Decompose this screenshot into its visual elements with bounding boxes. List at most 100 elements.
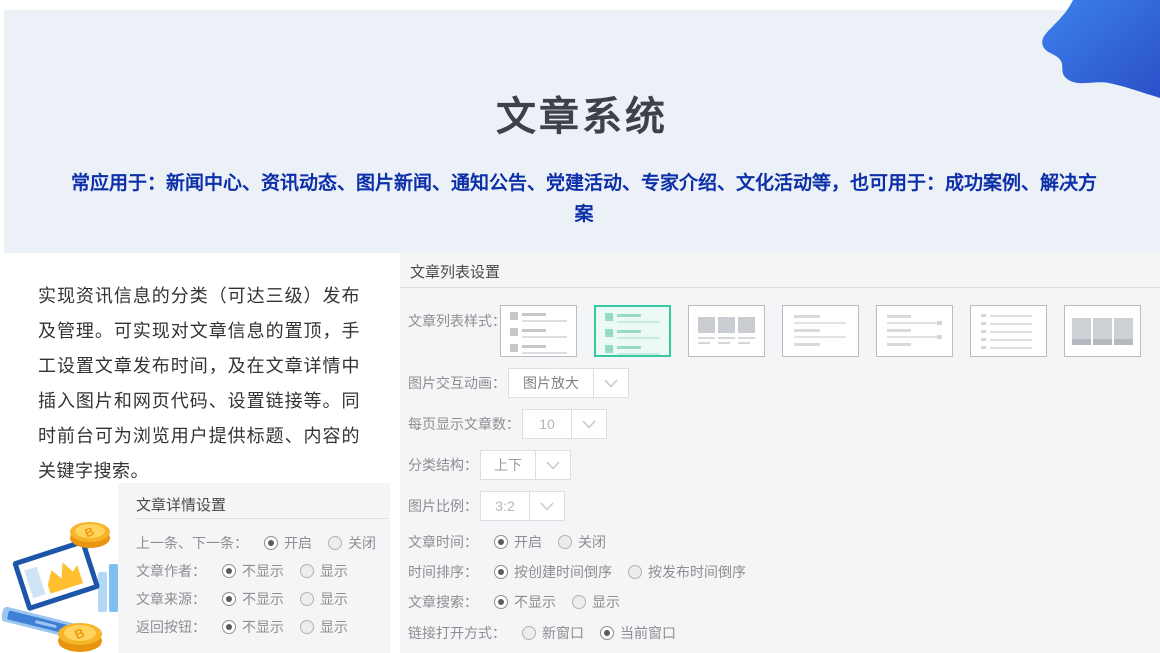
setting-row-article-time: 文章时间： 开启 关闭 xyxy=(408,532,606,552)
setting-label: 分类结构： xyxy=(408,455,478,475)
setting-row-category-structure: 分类结构： 上下 xyxy=(408,450,571,480)
list-panel-title: 文章列表设置 xyxy=(410,261,500,282)
articles-per-page-dropdown[interactable]: 10 xyxy=(522,409,607,439)
radio-option-label: 不显示 xyxy=(242,617,284,637)
divider xyxy=(400,287,1160,288)
radio-unselected-icon xyxy=(300,620,314,634)
setting-row-image-ratio: 图片比例： 3:2 xyxy=(408,491,565,521)
style-option-text-list-with-date[interactable] xyxy=(876,305,953,357)
setting-label: 文章来源： xyxy=(136,589,206,609)
detail-panel-title: 文章详情设置 xyxy=(136,494,226,515)
setting-row-articles-per-page: 每页显示文章数： 10 xyxy=(408,409,607,439)
image-animation-dropdown[interactable]: 图片放大 xyxy=(508,368,629,398)
radio-option-label: 不显示 xyxy=(242,589,284,609)
radio-option[interactable]: 不显示 xyxy=(222,561,284,581)
page-title: 文章系统 xyxy=(4,84,1160,142)
radio-option-label: 显示 xyxy=(320,589,348,609)
radio-option-label: 不显示 xyxy=(242,561,284,581)
setting-row-author: 文章作者： 不显示 显示 xyxy=(136,557,386,585)
radio-option[interactable]: 当前窗口 xyxy=(600,623,676,643)
setting-row-time-order: 时间排序： 按创建时间倒序 按发布时间倒序 xyxy=(408,562,746,582)
list-style-label: 文章列表样式： xyxy=(408,311,506,331)
dropdown-value: 图片放大 xyxy=(509,369,593,397)
setting-label: 图片交互动画： xyxy=(408,373,506,393)
page-subtitle: 常应用于：新闻中心、资讯动态、图片新闻、通知公告、党建活动、专家介绍、文化活动等… xyxy=(64,168,1104,230)
setting-label: 返回按钮： xyxy=(136,617,206,637)
radio-option[interactable]: 不显示 xyxy=(222,617,284,637)
radio-option[interactable]: 显示 xyxy=(572,592,620,612)
chevron-down-icon xyxy=(571,410,606,438)
radio-option-label: 不显示 xyxy=(514,592,556,612)
setting-row-link-open-mode: 链接打开方式： 新窗口 当前窗口 xyxy=(408,623,676,643)
radio-unselected-icon xyxy=(328,536,342,550)
radio-option[interactable]: 开启 xyxy=(494,532,542,552)
chevron-down-icon xyxy=(535,451,570,479)
setting-label: 上一条、下一条： xyxy=(136,533,248,553)
radio-option[interactable]: 新窗口 xyxy=(522,623,584,643)
intro-text: 实现资讯信息的分类（可达三级）发布及管理。可实现对文章信息的置顶，手工设置文章发… xyxy=(38,279,360,489)
setting-label: 时间排序： xyxy=(408,562,478,582)
radio-option[interactable]: 开启 xyxy=(264,533,312,553)
setting-label: 文章搜索： xyxy=(408,592,478,612)
dropdown-value: 上下 xyxy=(481,451,535,479)
radio-option[interactable]: 显示 xyxy=(300,561,348,581)
radio-option-label: 关闭 xyxy=(578,532,606,552)
radio-option-label: 新窗口 xyxy=(542,623,584,643)
chevron-down-icon xyxy=(529,492,564,520)
radio-option[interactable]: 关闭 xyxy=(558,532,606,552)
radio-option-label: 显示 xyxy=(320,617,348,637)
style-option-list-with-thumbnails[interactable] xyxy=(500,305,577,357)
setting-row-source: 文章来源： 不显示 显示 xyxy=(136,585,386,613)
setting-row-prev-next: 上一条、下一条： 开启 关闭 xyxy=(136,529,386,557)
radio-option[interactable]: 按创建时间倒序 xyxy=(494,562,612,582)
divider xyxy=(136,518,388,519)
setting-label: 文章作者： xyxy=(136,561,206,581)
style-option-card-grid[interactable] xyxy=(688,305,765,357)
radio-option[interactable]: 按发布时间倒序 xyxy=(628,562,746,582)
style-option-list-with-thumbnails-selected[interactable] xyxy=(594,305,671,357)
radio-selected-icon xyxy=(494,535,508,549)
list-style-options xyxy=(500,305,1141,357)
radio-option-label: 按创建时间倒序 xyxy=(514,562,612,582)
setting-label: 每页显示文章数： xyxy=(408,414,520,434)
radio-option-label: 关闭 xyxy=(348,533,376,553)
image-ratio-dropdown[interactable]: 3:2 xyxy=(480,491,565,521)
radio-option[interactable]: 不显示 xyxy=(222,589,284,609)
article-detail-settings-panel: 文章详情设置 上一条、下一条： 开启 关闭 文章作者： 不显示 显示 xyxy=(118,483,390,653)
radio-selected-icon xyxy=(494,565,508,579)
radio-selected-icon xyxy=(264,536,278,550)
article-list-settings-panel: 文章列表设置 文章列表样式： xyxy=(400,253,1160,653)
radio-option-label: 显示 xyxy=(320,561,348,581)
radio-option[interactable]: 不显示 xyxy=(494,592,556,612)
style-option-image-grid[interactable] xyxy=(1064,305,1141,357)
radio-selected-icon xyxy=(222,620,236,634)
radio-unselected-icon xyxy=(300,592,314,606)
radio-option-label: 开启 xyxy=(284,533,312,553)
radio-selected-icon xyxy=(222,592,236,606)
radio-option[interactable]: 显示 xyxy=(300,617,348,637)
chevron-down-icon xyxy=(593,369,628,397)
radio-unselected-icon xyxy=(572,595,586,609)
category-structure-dropdown[interactable]: 上下 xyxy=(480,450,571,480)
radio-option-label: 显示 xyxy=(592,592,620,612)
dropdown-value: 10 xyxy=(523,410,571,438)
radio-option[interactable]: 关闭 xyxy=(328,533,376,553)
radio-selected-icon xyxy=(222,564,236,578)
detail-settings-rows: 上一条、下一条： 开启 关闭 文章作者： 不显示 显示 文章来源： xyxy=(136,529,386,641)
corner-blob-decoration xyxy=(1035,0,1160,98)
dropdown-value: 3:2 xyxy=(481,492,529,520)
setting-label: 链接打开方式： xyxy=(408,623,506,643)
setting-row-image-animation: 图片交互动画： 图片放大 xyxy=(408,368,629,398)
radio-unselected-icon xyxy=(558,535,572,549)
setting-row-article-search: 文章搜索： 不显示 显示 xyxy=(408,592,620,612)
setting-label: 文章时间： xyxy=(408,532,478,552)
radio-selected-icon xyxy=(600,626,614,640)
radio-unselected-icon xyxy=(628,565,642,579)
radio-option[interactable]: 显示 xyxy=(300,589,348,609)
style-option-text-list[interactable] xyxy=(782,305,859,357)
radio-option-label: 当前窗口 xyxy=(620,623,676,643)
radio-option-label: 开启 xyxy=(514,532,542,552)
radio-unselected-icon xyxy=(300,564,314,578)
style-option-compact-list[interactable] xyxy=(970,305,1047,357)
banner: 文章系统 常应用于：新闻中心、资讯动态、图片新闻、通知公告、党建活动、专家介绍、… xyxy=(4,10,1160,253)
